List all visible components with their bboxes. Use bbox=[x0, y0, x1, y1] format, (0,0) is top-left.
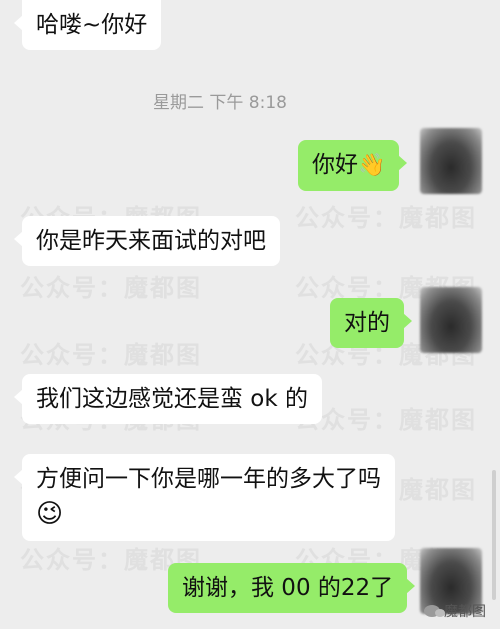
waving-hand-icon: 👋 bbox=[358, 152, 386, 178]
brand-tag: 魔都图 bbox=[424, 601, 486, 621]
watermark: 公众号：魔都图 bbox=[20, 274, 202, 302]
winking-face-icon: 😉 bbox=[36, 498, 64, 529]
watermark: 公众号：魔都图 bbox=[295, 204, 477, 232]
watermark: 公众号：魔都图 bbox=[295, 406, 477, 434]
message-text: 方便问一下你是哪一年的多大了吗 bbox=[36, 466, 381, 492]
avatar[interactable] bbox=[420, 287, 482, 353]
brand-label: 魔都图 bbox=[444, 604, 486, 620]
incoming-message[interactable]: 我们这边感觉还是蛮 ok 的 bbox=[13, 374, 323, 424]
message-text: 你是昨天来面试的对吧 bbox=[36, 228, 266, 254]
outgoing-message[interactable]: 对的 bbox=[330, 298, 412, 348]
outgoing-message[interactable]: 谢谢，我 00 的22了 bbox=[168, 563, 416, 613]
message-text: 对的 bbox=[344, 310, 390, 336]
watermark: 公众号：魔都图 bbox=[20, 341, 202, 369]
message-text: 谢谢，我 00 的22了 bbox=[182, 575, 394, 601]
chat-timestamp: 星期二 下午 8:18 bbox=[153, 93, 287, 113]
avatar[interactable] bbox=[420, 128, 482, 194]
message-text: 哈喽~你好 bbox=[36, 12, 148, 38]
chat-window: 公众号：魔都图 公众号：魔都图 公众号：魔都图 公众号：魔都图 公众号：魔都图 … bbox=[0, 0, 500, 629]
incoming-message[interactable]: 方便问一下你是哪一年的多大了吗 😉 bbox=[14, 454, 395, 541]
outgoing-message[interactable]: 你好👋 bbox=[298, 140, 408, 191]
incoming-message[interactable]: 你是昨天来面试的对吧 bbox=[14, 216, 280, 266]
scrollbar[interactable] bbox=[492, 470, 496, 600]
message-text: 你好 bbox=[312, 152, 358, 178]
wechat-logo-icon bbox=[424, 605, 445, 617]
message-text: 我们这边感觉还是蛮 ok 的 bbox=[36, 386, 309, 412]
incoming-message[interactable]: 哈喽~你好 bbox=[13, 0, 162, 50]
